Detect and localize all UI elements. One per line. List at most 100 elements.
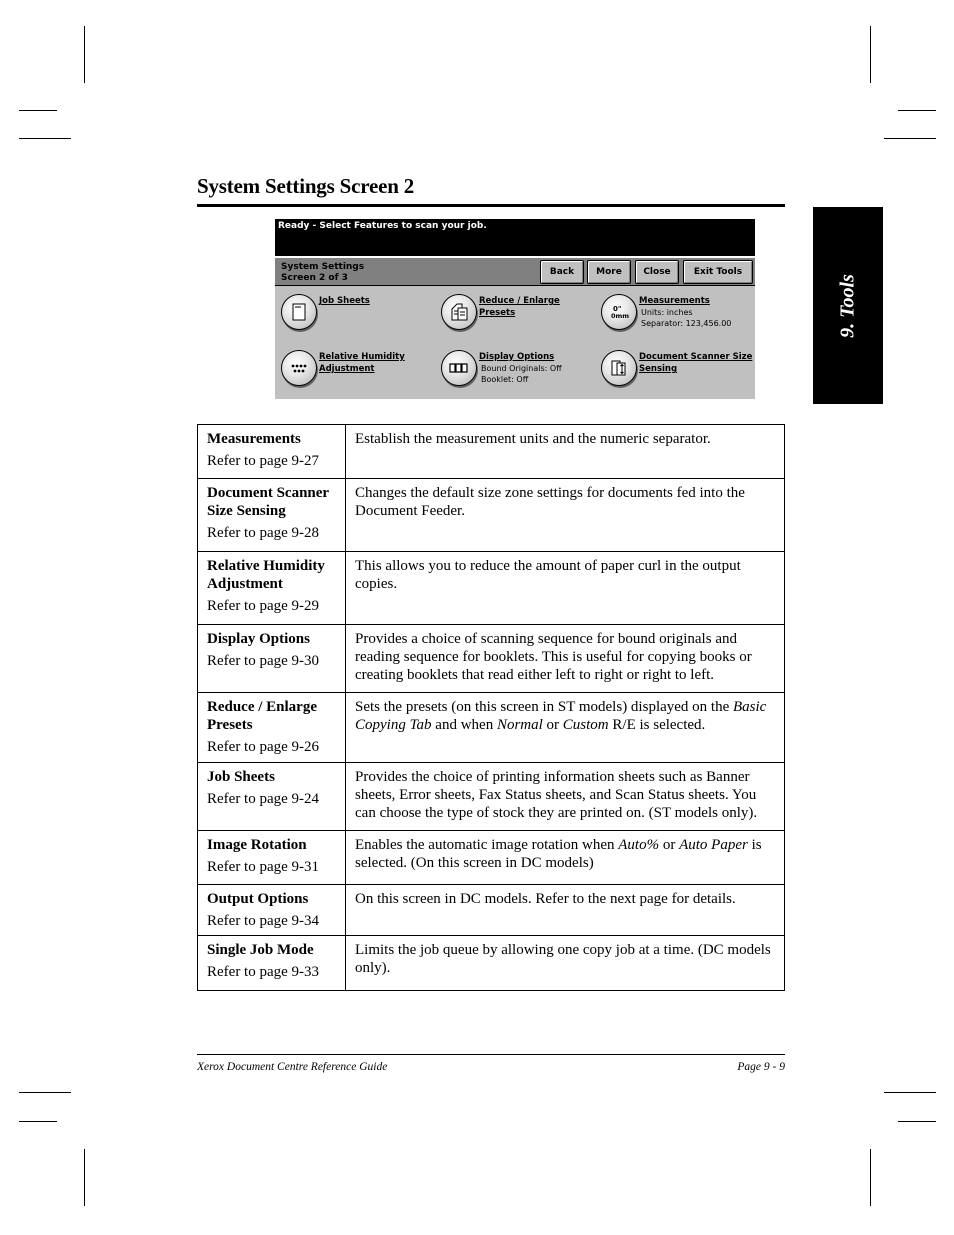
page-reference: Refer to page 9-29 [207, 598, 320, 614]
feature-description: Changes the default size zone settings f… [345, 478, 785, 552]
description-text: R/E is selected. [608, 717, 706, 733]
footer-rule [197, 1054, 785, 1055]
close-button[interactable]: Close [635, 260, 679, 284]
table-row: Relative Humidity Adjustment Refer to pag… [197, 551, 785, 625]
feature-document-scanner-size-sensing[interactable]: Document Scanner Size Sensing [595, 346, 755, 392]
table-row: Output Options Refer to page 9-34 On this … [197, 884, 785, 936]
crop-mark [19, 138, 71, 139]
table-row: Single Job Mode Refer to page 9-33 Limits … [197, 935, 785, 991]
feature-label[interactable]: Measurements [639, 295, 710, 307]
feature-description: Limits the job queue by allowing one cop… [345, 935, 785, 991]
page-reference: Refer to page 9-28 [207, 525, 320, 541]
feature-detail-bound-originals: Bound Originals: Off [481, 364, 562, 373]
page-reference: Refer to page 9-34 [207, 913, 320, 929]
feature-detail-separator: Separator: 123,456.00 [641, 319, 732, 328]
page-reference: Refer to page 9-30 [207, 653, 320, 669]
description-text: Sets the presets (on this screen in ST m… [355, 699, 733, 715]
page-title: System Settings Screen 2 [197, 174, 415, 198]
feature-description: Enables the automatic image rotation whe… [345, 830, 785, 885]
table-row: Document Scanner Size Sensing Refer to pa… [197, 478, 785, 552]
screen-nav-bar: System Settings Screen 2 of 3 Back More … [275, 256, 755, 286]
svg-text:0mm: 0mm [611, 312, 629, 320]
feature-table: Measurements Refer to page 9-27 Establish … [197, 424, 785, 991]
feature-label[interactable]: Job Sheets [319, 295, 370, 307]
description-text: or [659, 837, 680, 853]
feature-name-cell: Measurements Refer to page 9-27 [197, 424, 346, 479]
emphasis-text: Auto Paper [679, 837, 748, 853]
feature-detail-units: Units: inches [641, 308, 693, 317]
status-message: Ready - Select Features to scan your job… [275, 219, 755, 256]
device-screen: Ready - Select Features to scan your job… [275, 219, 755, 399]
chapter-tab: 9. Tools [813, 207, 883, 404]
title-rule [197, 204, 785, 207]
feature-label[interactable]: Document Scanner Size Sensing [639, 351, 752, 375]
feature-detail-booklet: Booklet: Off [481, 375, 529, 384]
crop-mark [84, 26, 85, 83]
display-options-icon[interactable] [441, 350, 477, 386]
back-button[interactable]: Back [540, 260, 584, 284]
description-text: or [542, 717, 563, 733]
page-reference: Refer to page 9-26 [207, 739, 320, 755]
feature-name: Image Rotation [207, 837, 307, 853]
crop-mark [870, 26, 871, 83]
feature-job-sheets[interactable]: Job Sheets [275, 290, 435, 336]
feature-name: Measurements [207, 431, 301, 447]
crop-mark [898, 1121, 936, 1122]
feature-name-cell: Single Job Mode Refer to page 9-33 [197, 935, 346, 991]
more-button[interactable]: More [587, 260, 631, 284]
measurements-icon[interactable]: 0" 0mm [601, 294, 637, 330]
document-icon[interactable] [281, 294, 317, 330]
feature-description: On this screen in DC models. Refer to th… [345, 884, 785, 936]
feature-measurements[interactable]: 0" 0mm Measurements Units: inches Separat… [595, 290, 755, 336]
feature-relative-humidity[interactable]: Relative Humidity Adjustment [275, 346, 435, 392]
feature-name-cell: Document Scanner Size Sensing Refer to pa… [197, 478, 346, 552]
emphasis-text: Custom [562, 717, 609, 733]
crop-mark [19, 1092, 71, 1093]
feature-reduce-enlarge-presets[interactable]: Reduce / Enlarge Presets [435, 290, 595, 336]
crop-mark [19, 1121, 57, 1122]
crop-mark [84, 1149, 85, 1206]
feature-name-cell: Output Options Refer to page 9-34 [197, 884, 346, 936]
feature-display-options[interactable]: Display Options Bound Originals: Off Boo… [435, 346, 595, 392]
feature-name: Job Sheets [207, 769, 275, 785]
feature-name-cell: Job Sheets Refer to page 9-24 [197, 762, 346, 831]
feature-name-cell: Display Options Refer to page 9-30 [197, 624, 346, 693]
feature-description: This allows you to reduce the amount of … [345, 551, 785, 625]
chapter-tab-label: 9. Tools [836, 273, 859, 338]
screen-title: System Settings Screen 2 of 3 [281, 262, 365, 283]
table-row: Display Options Refer to page 9-30 Provide… [197, 624, 785, 693]
feature-label[interactable]: Reduce / Enlarge Presets [479, 295, 560, 319]
page-number: Page 9 - 9 [737, 1061, 785, 1073]
exit-tools-button[interactable]: Exit Tools [683, 260, 753, 284]
crop-mark [870, 1149, 871, 1206]
table-row: Image Rotation Refer to page 9-31 Enables … [197, 830, 785, 885]
crop-mark [884, 1092, 936, 1093]
crop-mark [884, 138, 936, 139]
feature-description: Provides a choice of scanning sequence f… [345, 624, 785, 693]
feature-name-cell: Image Rotation Refer to page 9-31 [197, 830, 346, 885]
table-row: Reduce / Enlarge Presets Refer to page 9-… [197, 692, 785, 763]
reduce-enlarge-icon[interactable] [441, 294, 477, 330]
feature-name: Single Job Mode [207, 942, 314, 958]
feature-name: Relative Humidity Adjustment [207, 558, 325, 592]
feature-label[interactable]: Relative Humidity Adjustment [319, 351, 405, 375]
page-reference: Refer to page 9-27 [207, 453, 320, 469]
description-text: Enables the automatic image rotation whe… [355, 837, 619, 853]
feature-name: Document Scanner Size Sensing [207, 485, 329, 519]
feature-description: Sets the presets (on this screen in ST m… [345, 692, 785, 763]
feature-name: Output Options [207, 891, 309, 907]
feature-name-cell: Reduce / Enlarge Presets Refer to page 9-… [197, 692, 346, 763]
table-row: Job Sheets Refer to page 9-24 Provides the… [197, 762, 785, 831]
page-reference: Refer to page 9-31 [207, 859, 320, 875]
page-reference: Refer to page 9-24 [207, 791, 320, 807]
page-reference: Refer to page 9-33 [207, 964, 320, 980]
emphasis-text: Normal [496, 717, 543, 733]
scanner-size-icon[interactable] [601, 350, 637, 386]
crop-mark [898, 110, 936, 111]
feature-label[interactable]: Display Options [479, 351, 554, 363]
table-row: Measurements Refer to page 9-27 Establish … [197, 424, 785, 479]
feature-description: Establish the measurement units and the … [345, 424, 785, 479]
humidity-icon[interactable] [281, 350, 317, 386]
feature-name: Reduce / Enlarge Presets [207, 699, 317, 733]
footer-guide-title: Xerox Document Centre Reference Guide [197, 1061, 388, 1073]
